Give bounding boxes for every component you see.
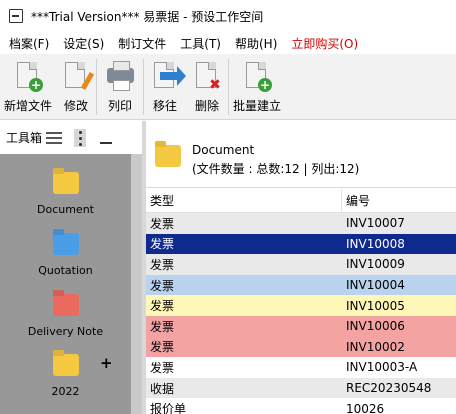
printer-icon [105,60,135,92]
menu-settings[interactable]: 设定(S) [63,35,104,52]
cell-type: 发票 [150,319,175,334]
toolbar: + 新增文件 修改 列印 移往 ✖ 删除 + 批量建立 [0,54,456,120]
folder-label: Delivery Note [27,325,104,338]
cell-number: REC20230548 [346,381,432,396]
menu-file[interactable]: 档案(F) [9,35,49,52]
cell-type: 发票 [150,340,175,355]
batch-create-button[interactable]: + 批量建立 [229,54,285,120]
cell-number: INV10005 [346,298,405,313]
cell-type: 报价单 [150,402,187,414]
list-view-icon[interactable] [46,131,63,145]
table-row[interactable]: 收据 REC20230548 [146,377,456,399]
new-document-label: 新增文件 [3,99,52,113]
folder-item-quotation[interactable]: Quotation [0,233,131,277]
column-header-type[interactable]: 类型 [146,188,342,213]
folder-icon [155,141,181,167]
new-document-icon: + [13,60,43,92]
folder-label: Quotation [38,264,93,277]
delete-icon: ✖ [192,60,222,92]
title-bar: ***Trial Version*** 易票据 - 预设工作空间 [0,0,456,32]
folder-item-document[interactable]: Document [0,172,131,216]
table-row[interactable]: 报价单 10026 [146,398,456,414]
table-row[interactable]: 发票 INV10005 [146,295,456,316]
toolbox-panel: 工具箱 Document Quotation Delivery Note 202… [0,121,142,414]
move-to-label: 移往 [152,99,177,113]
cell-type: 发票 [150,257,175,272]
folder-label: Document [37,203,94,216]
batch-create-icon: + [242,60,272,92]
cell-number: 10026 [346,401,385,414]
menu-bar: 档案(F) 设定(S) 制订文件 工具(T) 帮助(H) 立即购买(O) [0,32,456,54]
cell-number: INV10006 [346,319,405,334]
menu-create-document[interactable]: 制订文件 [118,35,166,52]
folder-label: 2022 [51,385,80,398]
toolbox-header: 工具箱 [0,121,142,154]
menu-tools[interactable]: 工具(T) [180,35,221,52]
edit-label: 修改 [63,99,88,113]
table-body: 发票 INV10007 发票 INV10008 发票 INV10009 发票 INV10004… [146,213,456,414]
folder-item-delivery-note[interactable]: Delivery Note [0,294,131,338]
folder-icon [52,172,79,194]
menu-buy-now[interactable]: 立即购买(O) [291,35,358,52]
table-row[interactable]: 发票 INV10004 [146,274,456,296]
print-label: 列印 [107,99,132,113]
cell-type: 发票 [150,278,175,293]
column-header-number[interactable]: 编号 [342,189,370,213]
cell-type: 发票 [150,299,175,314]
app-icon [9,9,23,23]
cell-number: INV10009 [346,257,405,272]
table-row[interactable]: 发票 INV10009 [146,254,456,275]
table-row[interactable]: 发票 INV10006 [146,315,456,337]
folder-list: Document Quotation Delivery Note 2022 + [0,154,131,414]
delete-label: 删除 [194,99,219,113]
document-table: 类型 编号 发票 INV10007 发票 INV10008 发票 INV10009 发票 IN… [146,188,456,414]
edit-icon [61,60,95,92]
file-count: (文件数量 : 总数:12 | 列出:12) [192,162,360,176]
window-title: ***Trial Version*** 易票据 - 预设工作空间 [31,9,264,24]
table-row[interactable]: 发票 INV10002 [146,336,456,358]
move-to-icon [150,60,186,92]
cell-type: 发票 [150,237,175,252]
cell-number: INV10007 [346,216,405,231]
cell-number: INV10008 [346,236,405,251]
folder-icon [52,354,79,376]
table-row[interactable]: 发票 INV10007 [146,213,456,234]
batch-create-label: 批量建立 [232,99,281,113]
cell-type: 发票 [150,216,175,231]
cell-number: INV10004 [346,278,405,293]
move-to-button[interactable]: 移往 [144,54,186,120]
document-panel: Document (文件数量 : 总数:12 | 列出:12) 类型 编号 发票… [142,121,456,414]
toolbox-title: 工具箱 [6,131,43,145]
new-document-button[interactable]: + 新增文件 [0,54,56,120]
edit-button[interactable]: 修改 [56,54,96,120]
more-options-icon[interactable] [74,128,87,147]
table-row[interactable]: 发票 INV10008 [146,233,456,255]
cell-number: INV10003-A [346,360,418,375]
folder-icon [52,233,79,255]
table-header: 类型 编号 [146,188,456,213]
folder-header: Document (文件数量 : 总数:12 | 列出:12) [146,121,456,188]
delete-button[interactable]: ✖ 删除 [186,54,228,120]
minimize-panel-icon[interactable] [100,141,113,144]
print-button[interactable]: 列印 [97,54,143,120]
menu-help[interactable]: 帮助(H) [235,35,277,52]
folder-icon [52,294,79,316]
table-row[interactable]: 发票 INV10003-A [146,357,456,378]
folder-title: Document [192,143,255,157]
cell-type: 发票 [150,360,175,375]
expand-plus-icon[interactable]: + [100,354,113,372]
toolbox-scrollbar[interactable] [131,154,142,414]
cell-type: 收据 [150,381,175,396]
cell-number: INV10002 [346,339,405,354]
